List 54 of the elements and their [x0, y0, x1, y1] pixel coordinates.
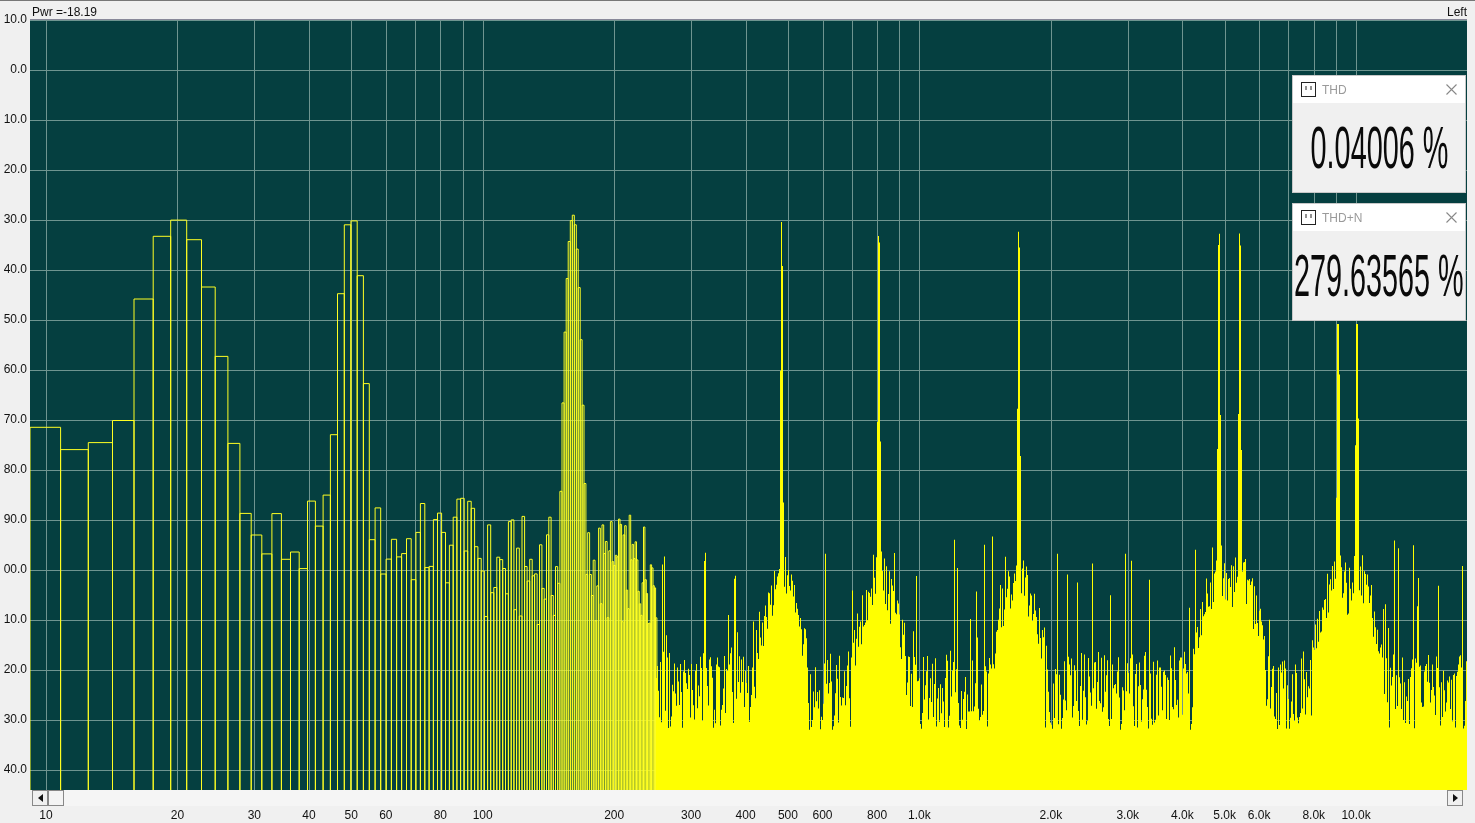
y-axis-label: 70.0 — [3, 413, 27, 425]
x-axis-label: 30 — [247, 809, 261, 822]
x-axis-label: 5.0k — [1213, 809, 1236, 822]
meter-icon — [1301, 82, 1316, 97]
x-axis-label: 100 — [472, 809, 493, 822]
x-axis-label: 500 — [777, 809, 798, 822]
x-axis-label: 4.0k — [1170, 809, 1194, 822]
y-axis-label: 10.0 — [3, 13, 27, 25]
y-axis-label: 30.0 — [3, 213, 27, 225]
x-axis-label: 8.0k — [1302, 809, 1326, 822]
y-axis-label: 90.0 — [3, 513, 27, 525]
x-axis-label: 3.0k — [1116, 809, 1140, 822]
y-axis-label: 00.0 — [3, 563, 27, 575]
panel-title: THD — [1322, 82, 1348, 97]
meter-value: 279.63565 % — [1294, 244, 1464, 307]
x-axis-label: 40 — [302, 809, 316, 822]
meter-icon — [1301, 210, 1316, 225]
x-axis-label: 400 — [735, 809, 756, 822]
power-readout: Pwr =-18.19 — [32, 5, 98, 19]
meter-value: 0.04006 % — [1310, 116, 1448, 179]
x-axis-label: 6.0k — [1247, 809, 1271, 822]
channel-label: Left — [1447, 5, 1467, 19]
x-axis-label: 200 — [604, 809, 625, 822]
x-axis-label: 10.0k — [1341, 809, 1371, 822]
x-axis-label: 600 — [812, 809, 833, 822]
close-icon[interactable] — [1446, 84, 1457, 95]
scroll-right-button[interactable] — [1447, 790, 1463, 806]
y-axis-label: 30.0 — [3, 713, 27, 725]
y-axis-label: 80.0 — [3, 463, 27, 475]
y-axis-label: 40.0 — [3, 763, 27, 775]
y-axis-label: 40.0 — [3, 263, 27, 275]
x-axis-label: 60 — [379, 809, 393, 822]
x-axis-label: 50 — [344, 809, 358, 822]
panel-title: THD+N — [1322, 210, 1364, 225]
scroll-left-button[interactable] — [32, 790, 48, 806]
x-axis-label: 20 — [170, 809, 185, 822]
x-axis-label: 1.0k — [908, 809, 931, 822]
x-axis-label: 800 — [867, 809, 888, 822]
y-axis-label: 60.0 — [3, 363, 27, 375]
y-axis-label: 10.0 — [3, 613, 27, 625]
y-axis-label: 0.0 — [10, 63, 27, 75]
x-axis-label: 300 — [681, 809, 702, 822]
scroll-thumb[interactable] — [48, 790, 64, 806]
y-axis-label: 20.0 — [3, 163, 27, 175]
close-icon[interactable] — [1446, 212, 1457, 223]
y-axis-label: 50.0 — [3, 313, 27, 325]
left-triangle-icon — [37, 794, 43, 802]
right-triangle-icon — [1452, 794, 1458, 802]
horizontal-scrollbar[interactable] — [32, 790, 1463, 806]
x-axis-label: 10 — [39, 809, 53, 822]
x-axis-label: 80 — [433, 809, 448, 822]
x-axis-label: 2.0k — [1039, 809, 1063, 822]
y-axis-label: 10.0 — [3, 113, 27, 125]
y-axis-label: 20.0 — [3, 663, 27, 675]
